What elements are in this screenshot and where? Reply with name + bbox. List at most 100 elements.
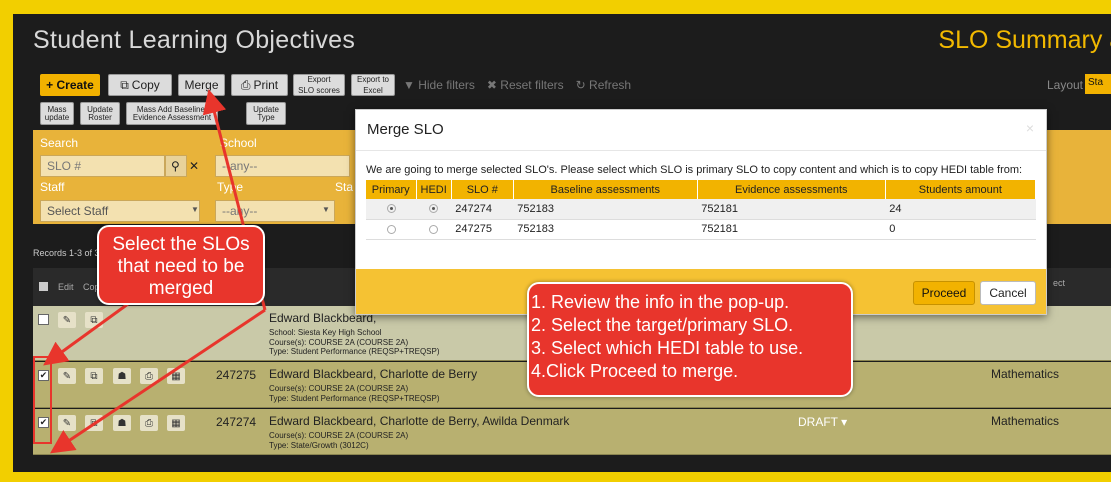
row-details: Course(s): COURSE 2A (COURSE 2A) Type: S…: [269, 384, 440, 403]
school-label: School: [220, 136, 257, 150]
layout-select[interactable]: Sta: [1085, 74, 1111, 94]
slo-column: SLO #: [451, 180, 514, 199]
row-type: Type: Student Performance (REQSP+TREQSP): [269, 347, 440, 356]
reset-filters-link[interactable]: ✖ Reset filters: [487, 78, 564, 92]
print-icon: ⎙: [240, 77, 251, 92]
row-type: Type: State/Growth (3012C): [269, 440, 369, 450]
row-staff-names[interactable]: Edward Blackbeard, Charlotte de Berry, A…: [269, 414, 569, 428]
row-course: Course(s): COURSE 2A (COURSE 2A): [269, 337, 409, 347]
evidence-value: 752181: [697, 199, 886, 220]
search-input[interactable]: SLO #: [40, 155, 165, 177]
slo-number: 247274: [451, 199, 514, 220]
hedi-radio[interactable]: [429, 224, 439, 234]
copy-icon[interactable]: ⧉: [85, 312, 103, 328]
merge-button[interactable]: Merge: [178, 74, 225, 96]
copy-icon[interactable]: ⧉: [85, 415, 103, 431]
instructions-callout: 1. Review the info in the pop-up. 2. Sel…: [527, 282, 853, 397]
instruction-step-3: 3. Select which HEDI table to use.: [531, 338, 804, 358]
instruction-step-1: 1. Review the info in the pop-up.: [531, 292, 790, 312]
export-scores-line2: SLO scores: [298, 85, 340, 95]
primary-radio[interactable]: [386, 224, 396, 234]
status-label: Sta: [335, 180, 354, 194]
print-icon[interactable]: ⎙: [140, 368, 158, 384]
edit-pencil-icon[interactable]: ✎: [58, 415, 76, 431]
export-slo-scores-button[interactable]: Export SLO scores: [293, 74, 345, 96]
primary-column: Primary: [366, 180, 417, 199]
row-slo-id: 247275: [216, 368, 257, 382]
clear-icon[interactable]: ✕: [189, 159, 199, 173]
users-icon[interactable]: ☗: [113, 415, 131, 431]
staff-label: Staff: [40, 180, 65, 194]
primary-radio[interactable]: [386, 204, 396, 214]
update-type-line2: Type: [257, 112, 275, 122]
copy-icon[interactable]: ⧉: [85, 368, 103, 384]
dialog-message: We are going to merge selected SLO's. Pl…: [366, 164, 1023, 176]
hedi-radio[interactable]: [429, 204, 439, 214]
copy-button[interactable]: ⧉ Copy: [108, 74, 172, 96]
print-button[interactable]: ⎙ Print: [231, 74, 288, 96]
copy-label: Copy: [131, 78, 160, 92]
school-select[interactable]: --any--: [215, 155, 350, 177]
staff-select[interactable]: Select Staff: [40, 200, 200, 222]
type-chevron-down-icon: ▼: [322, 205, 330, 214]
subject-column-header: ect: [1053, 278, 1066, 288]
selected-rows-highlight: [33, 356, 52, 444]
mass-update-button[interactable]: Mass update: [40, 102, 74, 125]
search-icon[interactable]: ⚲: [165, 155, 187, 177]
dialog-divider: [356, 150, 1046, 151]
status-dropdown[interactable]: DRAFT ▾: [798, 415, 847, 429]
edit-pencil-icon[interactable]: ✎: [58, 368, 76, 384]
table-row: 247274 752183 752181 24: [366, 199, 1036, 220]
callout-line: that need to be: [117, 256, 245, 277]
evidence-value: 752181: [697, 219, 886, 240]
update-roster-button[interactable]: Update Roster: [80, 102, 120, 125]
staff-chevron-down-icon: ▼: [191, 205, 199, 214]
cancel-button[interactable]: Cancel: [980, 281, 1036, 305]
type-select[interactable]: --any--: [215, 200, 335, 222]
summary-title: SLO Summary and: [938, 26, 1111, 54]
callout-line: Select the SLOs: [112, 234, 250, 255]
refresh-link[interactable]: ↻ Refresh: [576, 78, 631, 92]
merge-table: Primary HEDI SLO # Baseline assessments …: [366, 180, 1037, 240]
mass-add-button[interactable]: Mass Add Baseline/Evidence Assessment: [126, 102, 218, 125]
row-details: Course(s): COURSE 2A (COURSE 2A) Type: S…: [269, 431, 408, 450]
hide-filters-link[interactable]: ▼ Hide filters: [403, 78, 475, 92]
row-checkbox[interactable]: [38, 314, 49, 325]
callout-line: merged: [148, 278, 214, 299]
slo-number: 247275: [451, 219, 514, 240]
create-button[interactable]: + Create: [40, 74, 100, 96]
row-details: School: Siesta Key High School Course(s)…: [269, 328, 440, 357]
table-icon[interactable]: ▦: [167, 415, 185, 431]
row-subject: Mathematics: [991, 414, 1060, 428]
export-excel-line1: Export to: [356, 74, 389, 84]
table-icon[interactable]: ▦: [167, 368, 185, 384]
table-row[interactable]: ✔ ✎ ⧉ ☗ ⎙ ▦ 247274 Edward Blackbeard, Ch…: [33, 409, 1111, 455]
evidence-column: Evidence assessments: [697, 180, 886, 199]
row-slo-id: 247274: [216, 415, 257, 429]
search-label: Search: [40, 136, 79, 150]
select-slos-callout: Select the SLOs that need to be merged: [97, 225, 265, 305]
row-subject: Mathematics: [991, 367, 1060, 381]
row-school: School: Siesta Key High School: [269, 328, 382, 337]
export-scores-line1: Export: [307, 74, 331, 84]
records-count: Records 1-3 of 3: [33, 248, 100, 258]
update-type-button[interactable]: Update Type: [246, 102, 286, 125]
instruction-step-4: 4.Click Proceed to merge.: [531, 361, 739, 381]
edit-pencil-icon[interactable]: ✎: [58, 312, 76, 328]
baseline-value: 752183: [513, 219, 698, 240]
row-staff-names[interactable]: Edward Blackbeard, Charlotte de Berry: [269, 367, 477, 381]
students-value: 0: [885, 219, 1036, 240]
proceed-button[interactable]: Proceed: [913, 281, 975, 305]
print-icon[interactable]: ⎙: [140, 415, 158, 431]
users-icon[interactable]: ☗: [113, 368, 131, 384]
mass-add-line2: Evidence Assessment: [132, 112, 212, 122]
export-excel-button[interactable]: Export to Excel: [351, 74, 395, 96]
edit-column-header: Edit: [58, 282, 74, 292]
select-all-checkbox[interactable]: [39, 282, 48, 291]
baseline-value: 752183: [513, 199, 698, 220]
page-title: Student Learning Objectives: [33, 26, 356, 54]
close-icon[interactable]: ×: [1026, 120, 1034, 136]
row-course: Course(s): COURSE 2A (COURSE 2A): [269, 384, 409, 393]
layout-label: Layout: [1046, 78, 1083, 92]
table-row: 247275 752183 752181 0: [366, 219, 1036, 240]
